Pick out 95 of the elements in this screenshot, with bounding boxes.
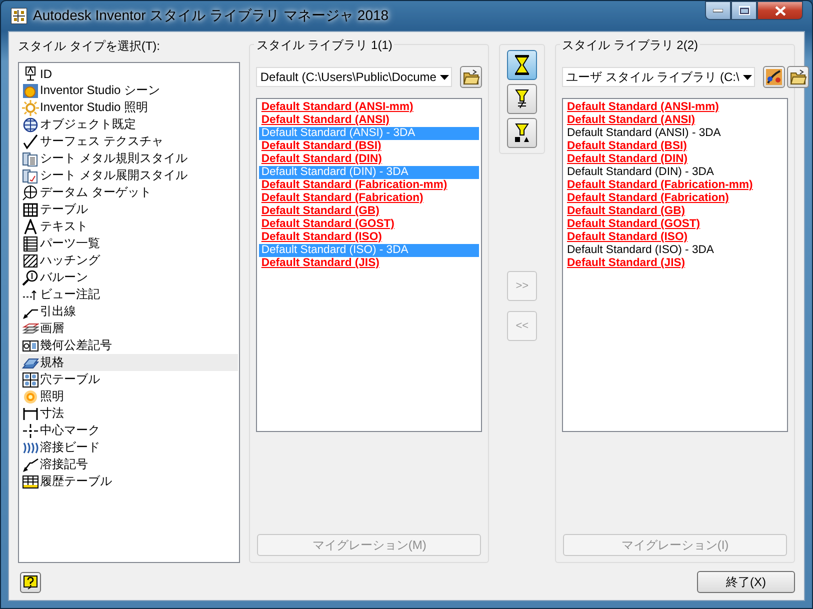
weld-symbol-icon (22, 456, 39, 472)
style-item[interactable]: Default Standard (ISO) (565, 231, 785, 244)
style-type-item[interactable]: テーブル (20, 201, 238, 218)
close-icon (774, 6, 786, 16)
style-item[interactable]: Default Standard (GOST) (565, 218, 785, 231)
clipboard-icon (22, 168, 39, 184)
minimize-icon (713, 8, 723, 12)
style-type-item[interactable]: 引出線 (20, 303, 238, 320)
clipboard-icon (22, 150, 39, 166)
globe-icon (22, 116, 39, 132)
filter-button[interactable] (507, 84, 538, 114)
hole-grid-icon (22, 372, 39, 388)
style-type-item[interactable]: オブジェクト既定 (20, 116, 238, 133)
maximize-icon (738, 6, 750, 15)
close-button[interactable] (757, 1, 803, 20)
caret-icon (743, 74, 752, 80)
style-item[interactable]: Default Standard (JIS) (565, 257, 785, 270)
panel-title: スタイル ライブラリ 2(2) (560, 37, 700, 54)
sun-icon (22, 388, 39, 404)
style-item[interactable]: Default Standard (ANSI-mm) (259, 101, 480, 114)
style-type-item[interactable]: 溶接記号 (20, 456, 238, 473)
style-type-item[interactable]: 幾何公差記号 (20, 337, 238, 354)
style-item[interactable]: Default Standard (ISO) - 3DA (565, 244, 785, 257)
help-button[interactable] (20, 572, 41, 592)
maximize-button[interactable] (731, 1, 757, 20)
style-item[interactable]: Default Standard (GB) (259, 205, 480, 218)
dimension-icon (22, 406, 39, 422)
style-item[interactable]: Default Standard (ANSI) - 3DA (565, 127, 785, 140)
style-type-item[interactable]: シート メタル規則スタイル (20, 150, 238, 167)
caret-icon (440, 74, 450, 80)
style-item[interactable]: Default Standard (GOST) (259, 218, 480, 231)
sun-icon (22, 100, 39, 116)
style-type-item[interactable]: 穴テーブル (20, 371, 238, 388)
center-mark-icon (22, 422, 39, 438)
style-item[interactable]: Default Standard (Fabrication-mm) (565, 179, 785, 192)
list-icon (22, 236, 39, 252)
style-type-item[interactable]: ビュー注記 (20, 286, 238, 303)
checkmark-icon (22, 134, 39, 150)
list-label: スタイル タイプを選択(T): (18, 38, 160, 55)
weld-bead-icon (22, 440, 39, 456)
library-dropdown[interactable]: Default (C:\Users\Public\Docume (256, 67, 452, 87)
filter-button[interactable] (507, 118, 538, 148)
hatch-icon (22, 252, 39, 268)
table-icon (22, 202, 39, 218)
open-folder-button[interactable] (787, 66, 810, 88)
style-editor-button[interactable] (763, 66, 786, 88)
panel-title: スタイル ライブラリ 1(1) (254, 37, 394, 54)
filter-button[interactable] (507, 50, 538, 80)
paint-icon (765, 68, 784, 86)
style-type-item[interactable]: 履歴テーブル (20, 473, 238, 490)
table-icon (22, 474, 39, 490)
help-icon (23, 574, 38, 590)
app-icon (11, 8, 27, 24)
style-type-item[interactable]: Inventor Studio 照明 (20, 99, 238, 116)
style-type-item[interactable]: 中心マーク (20, 422, 238, 439)
style-type-item[interactable]: テキスト (20, 218, 238, 235)
style-item[interactable]: Default Standard (DIN) (259, 153, 480, 166)
open-folder-button[interactable] (460, 66, 482, 88)
library-dropdown[interactable]: ユーザ スタイル ライブラリ (C:\ (562, 67, 756, 87)
style-type-item[interactable]: サーフェス テクスチャ (20, 133, 238, 150)
style-item[interactable]: Default Standard (Fabrication) (259, 192, 480, 205)
style-item[interactable]: Default Standard (JIS) (259, 257, 480, 270)
style-type-item[interactable]: Inventor Studio シーン (20, 82, 238, 99)
style-item[interactable]: Default Standard (Fabrication-mm) (259, 179, 480, 192)
style-type-item[interactable]: 画層 (20, 320, 238, 337)
close-dialog-button[interactable]: 終了(X) (697, 571, 795, 593)
style-item[interactable]: Default Standard (GB) (565, 205, 785, 218)
style-type-item[interactable]: シート メタル展開スタイル (20, 167, 238, 184)
style-type-item[interactable]: ハッチング (20, 252, 238, 269)
style-type-item[interactable]: バルーン (20, 269, 238, 286)
style-item[interactable]: Default Standard (DIN) - 3DA (565, 166, 785, 179)
tolerance-icon (22, 338, 39, 354)
style-item[interactable]: Default Standard (ANSI) (565, 114, 785, 127)
folder-icon (462, 69, 480, 85)
folder-icon (790, 69, 807, 85)
style-item[interactable]: Default Standard (Fabrication) (565, 192, 785, 205)
style-type-item[interactable]: ID (20, 65, 238, 82)
style-type-item[interactable]: データム ターゲット (20, 184, 238, 201)
style-type-item[interactable]: 規格 (20, 354, 238, 371)
window-title: Autodesk Inventor スタイル ライブラリ マネージャ 2018 (33, 7, 390, 25)
style-item[interactable]: Default Standard (BSI) (565, 140, 785, 153)
style-item[interactable]: Default Standard (ANSI) (259, 114, 480, 127)
style-item[interactable]: Default Standard (BSI) (259, 140, 480, 153)
style-item[interactable]: Default Standard (ANSI-mm) (565, 101, 785, 114)
minimize-button[interactable] (705, 1, 731, 20)
letter-a-icon (22, 218, 39, 234)
style-item[interactable]: Default Standard (ISO) (259, 231, 480, 244)
target-icon (22, 184, 39, 200)
layers-icon (22, 320, 39, 336)
style-item[interactable]: Default Standard (DIN) (565, 153, 785, 166)
style-type-item[interactable]: 照明 (20, 388, 238, 405)
style-type-item[interactable]: 寸法 (20, 405, 238, 422)
style-type-item[interactable]: 溶接ビード (20, 439, 238, 456)
style-type-item[interactable]: パーツ一覧 (20, 235, 238, 252)
magnifier-icon (22, 270, 39, 286)
